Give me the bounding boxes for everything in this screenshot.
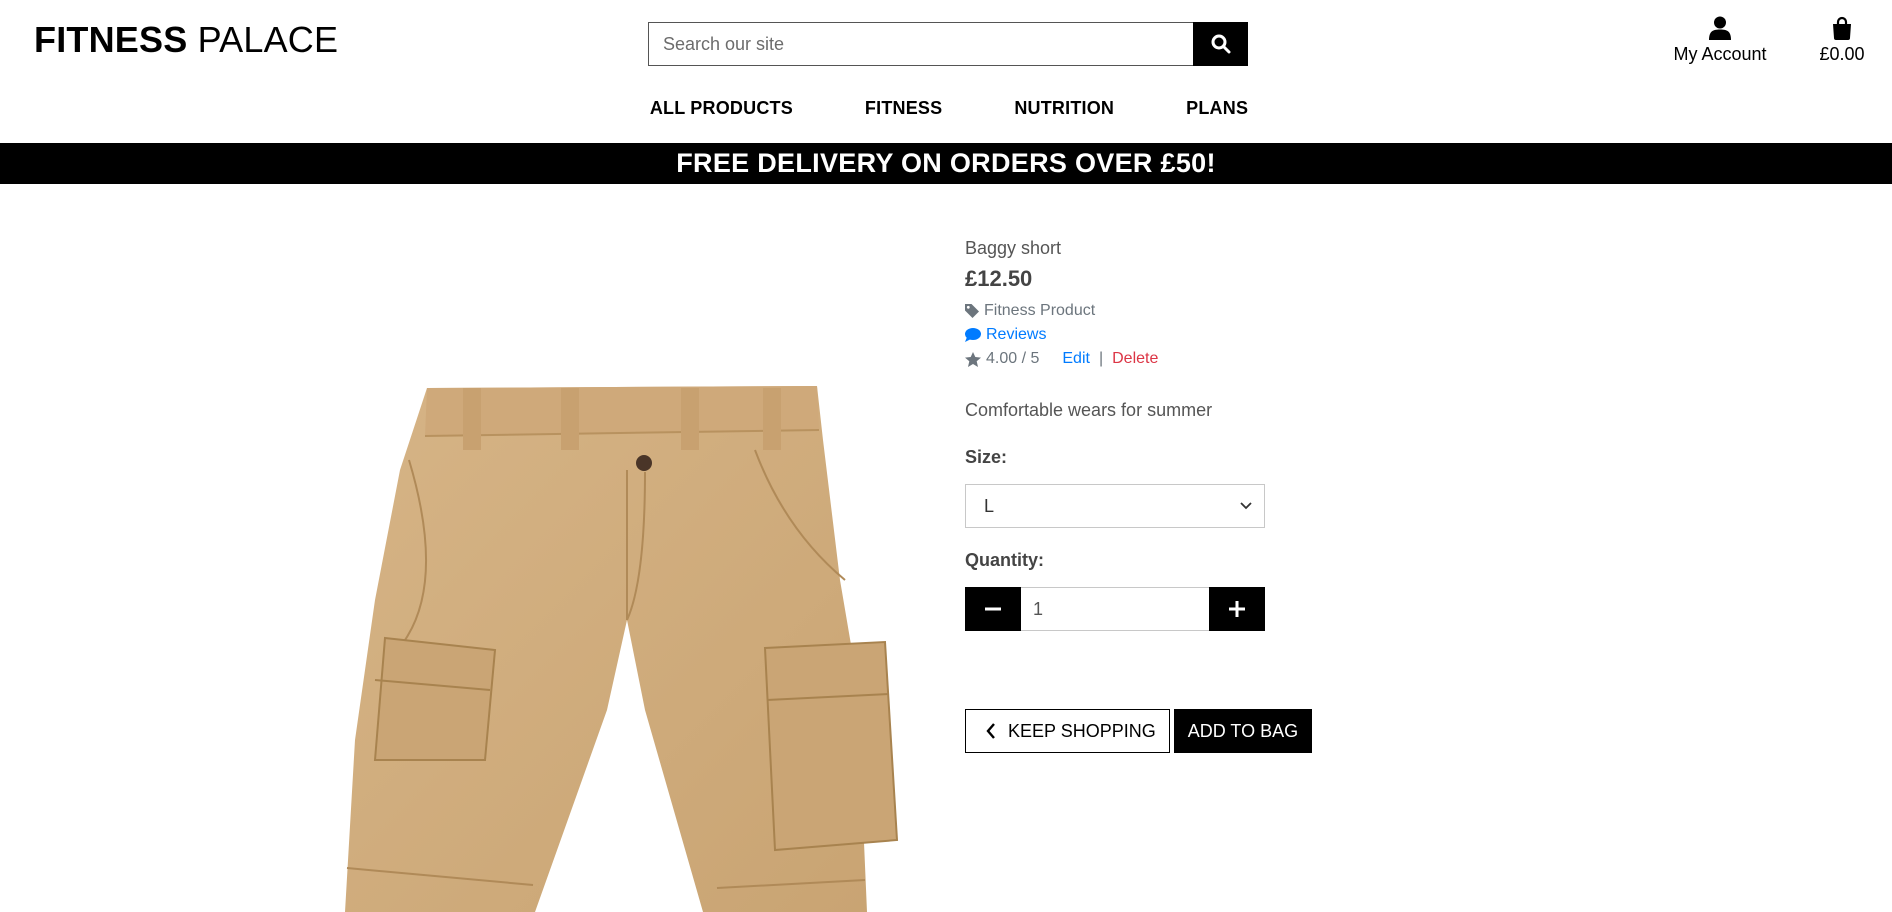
search-input[interactable] [648, 22, 1193, 66]
add-to-bag-button[interactable]: ADD TO BAG [1173, 709, 1313, 753]
size-label: Size: [965, 447, 1008, 467]
increment-button[interactable] [1209, 587, 1265, 631]
star-icon [965, 351, 981, 367]
nav-item-all-products[interactable]: ALL PRODUCTS [614, 98, 829, 119]
keep-shopping-label: KEEP SHOPPING [1008, 720, 1156, 741]
search-form [648, 22, 1248, 66]
product-details: Baggy short £12.50 Fitness Product Revie… [965, 238, 1365, 631]
search-icon [1211, 34, 1230, 54]
nav-item-plans[interactable]: PLANS [1150, 98, 1284, 119]
edit-link[interactable]: Edit [1062, 350, 1090, 368]
product-category[interactable]: Fitness Product [965, 302, 1365, 320]
search-button[interactable] [1193, 22, 1248, 66]
delivery-banner-text: FREE DELIVERY ON ORDERS OVER £50! [676, 148, 1216, 178]
cargo-shorts-image [345, 386, 899, 912]
bag-total: £0.00 [1819, 44, 1865, 64]
link-separator: | [1098, 350, 1104, 367]
chevron-left-icon [986, 723, 995, 739]
shopping-bag-link[interactable]: £0.00 [1814, 16, 1870, 65]
decrement-button[interactable] [965, 587, 1021, 631]
main-nav: ALL PRODUCTS FITNESS NUTRITION PLANS [0, 98, 1892, 119]
quantity-value: 1 [1033, 598, 1044, 619]
brand-word-light: PALACE [197, 19, 339, 60]
product-actions: KEEP SHOPPING ADD TO BAG [965, 709, 1313, 753]
my-account-label: My Account [1673, 44, 1767, 64]
reviews-link[interactable]: Reviews [965, 326, 1365, 344]
rating-value: 4.00 / 5 [986, 350, 1040, 367]
minus-icon [985, 607, 1001, 611]
my-account-link[interactable]: My Account [1672, 16, 1768, 65]
comment-icon [965, 328, 981, 342]
reviews-label: Reviews [986, 326, 1047, 343]
plus-icon [1229, 601, 1245, 617]
quantity-stepper: 1 [965, 587, 1265, 631]
tag-icon [965, 304, 979, 318]
nav-item-fitness[interactable]: FITNESS [829, 98, 978, 119]
product-image [345, 380, 915, 912]
size-selected-value: L [984, 495, 995, 516]
chevron-down-icon [1240, 502, 1252, 510]
delete-link[interactable]: Delete [1112, 350, 1158, 368]
keep-shopping-button[interactable]: KEEP SHOPPING [965, 709, 1170, 753]
brand-logo[interactable]: FITNESS PALACE [34, 22, 338, 58]
quantity-label: Quantity: [965, 550, 1044, 570]
delivery-banner: FREE DELIVERY ON ORDERS OVER £50! [0, 143, 1892, 184]
product-price: £12.50 [965, 266, 1033, 291]
quantity-input[interactable]: 1 [1021, 587, 1209, 631]
size-select[interactable]: L [965, 484, 1265, 528]
brand-word-bold: FITNESS [34, 19, 188, 60]
product-name: Baggy short [965, 238, 1062, 258]
user-icon [1709, 16, 1731, 40]
product-rating: 4.00 / 5 Edit | Delete [965, 350, 1365, 368]
product-description: Comfortable wears for summer [965, 400, 1213, 420]
shopping-bag-icon [1833, 16, 1851, 40]
add-to-bag-label: ADD TO BAG [1187, 720, 1299, 741]
nav-item-nutrition[interactable]: NUTRITION [978, 98, 1150, 119]
product-category-label: Fitness Product [984, 302, 1096, 319]
